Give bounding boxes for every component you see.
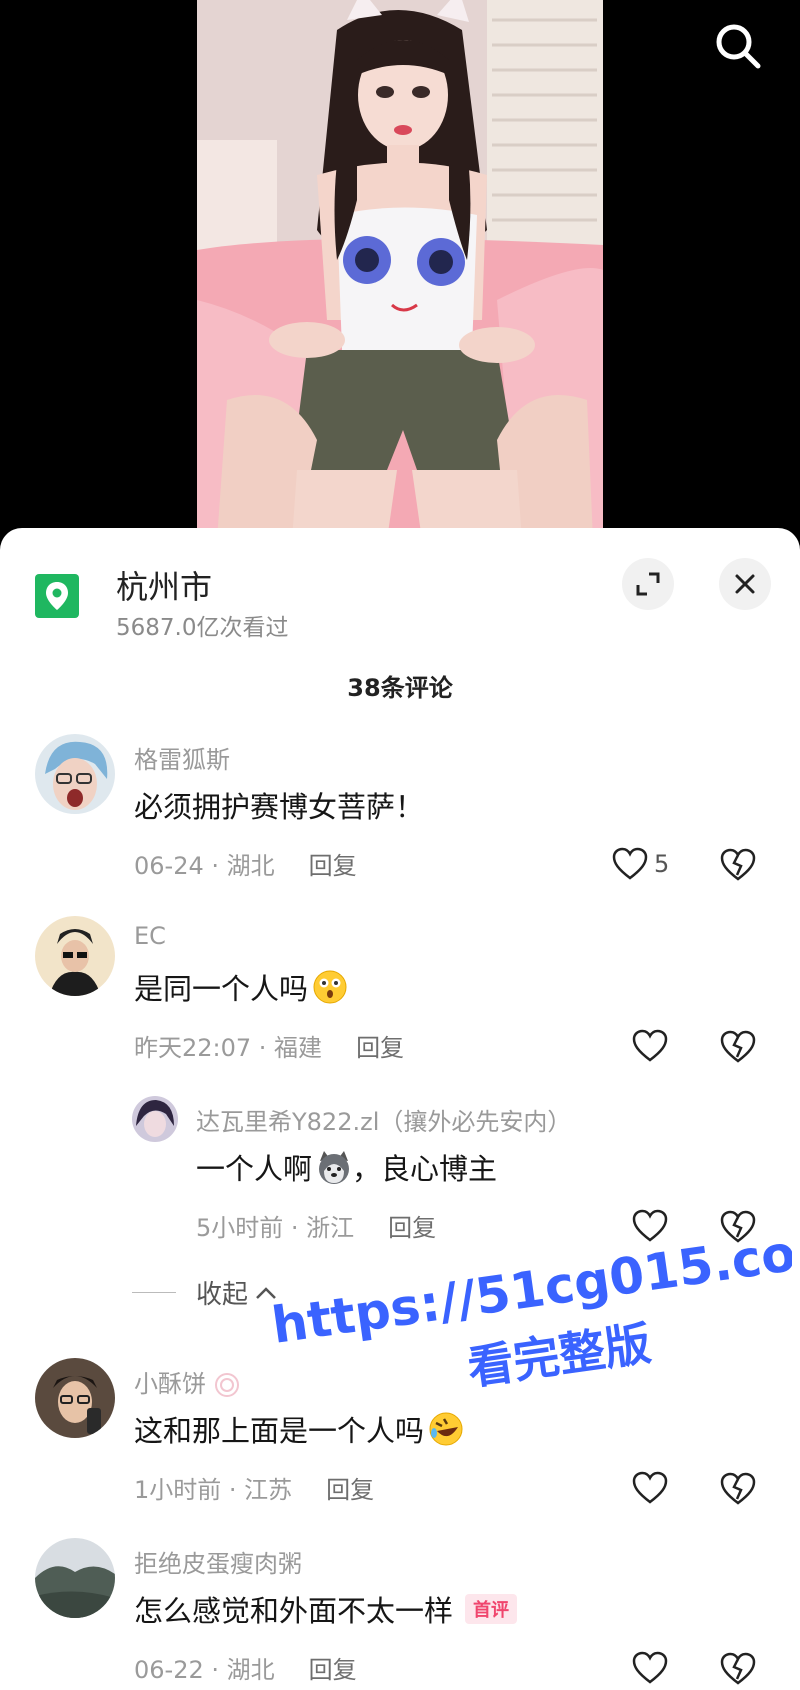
video-thumbnail-image xyxy=(197,0,603,540)
comment-meta: 06-22 · 湖北 回复 xyxy=(134,1650,357,1685)
heart-outline-icon xyxy=(632,1651,668,1684)
broken-heart-icon xyxy=(720,848,756,881)
comment-time-region: 5小时前 · 浙江 xyxy=(196,1214,355,1242)
comment-text: 一个人啊 ，良心博主 xyxy=(196,1146,497,1188)
video-player[interactable] xyxy=(0,0,800,540)
comment-item: 小酥饼 这和那上面是一个人吗 1小时前 · 江苏 回复 xyxy=(0,1358,800,1508)
comment-meta: 1小时前 · 江苏 回复 xyxy=(134,1470,374,1505)
dislike-button[interactable] xyxy=(718,844,758,884)
like-button[interactable] xyxy=(632,1468,668,1508)
close-icon xyxy=(735,574,755,594)
like-button[interactable] xyxy=(632,1026,668,1066)
comment-text: 怎么感觉和外面不太一样 首评 xyxy=(134,1588,518,1630)
like-button[interactable]: 5 xyxy=(612,844,669,884)
comment-text: 这和那上面是一个人吗 xyxy=(134,1408,464,1450)
dislike-button[interactable] xyxy=(718,1468,758,1508)
divider xyxy=(132,1292,176,1293)
reply-button[interactable]: 回复 xyxy=(388,1214,436,1242)
first-comment-badge: 首评 xyxy=(465,1594,518,1624)
comment-meta: 06-24 · 湖北 回复 xyxy=(134,846,357,881)
comment-text: 必须拥护赛博女菩萨！ xyxy=(134,790,425,824)
heart-outline-icon xyxy=(632,1209,668,1242)
location-view-count: 5687.0亿次看过 xyxy=(116,615,289,641)
like-button[interactable] xyxy=(632,1648,668,1688)
search-button[interactable] xyxy=(710,18,766,74)
husky-emoji-icon xyxy=(319,1151,350,1184)
location-pin-icon xyxy=(35,574,79,618)
broken-heart-icon xyxy=(720,1030,756,1063)
comment-username[interactable]: 拒绝皮蛋瘦肉粥 xyxy=(134,1544,302,1579)
reply-button[interactable]: 回复 xyxy=(326,1476,374,1504)
location-header[interactable]: 杭州市 5687.0亿次看过 xyxy=(0,528,800,641)
reply-button[interactable]: 回复 xyxy=(309,1656,357,1684)
dislike-button[interactable] xyxy=(718,1648,758,1688)
comment-username[interactable]: 达瓦里希Y822.zl（攘外必先安内） xyxy=(196,1102,571,1137)
comment-count: 38条评论 xyxy=(347,674,453,702)
comment-time-region: 1小时前 · 江苏 xyxy=(134,1476,293,1504)
astonished-emoji-icon xyxy=(313,970,347,1004)
broken-heart-icon xyxy=(720,1652,756,1685)
heart-outline-icon xyxy=(632,1471,668,1504)
comment-item: 拒绝皮蛋瘦肉粥 怎么感觉和外面不太一样 首评 06-22 · 湖北 回复 xyxy=(0,1538,800,1690)
comment-username[interactable]: 格雷狐斯 xyxy=(134,740,230,775)
reply-comment-item: 达瓦里希Y822.zl（攘外必先安内） 一个人啊 ，良心博主 5小时前 · 浙江… xyxy=(0,1096,800,1246)
comment-item: 格雷狐斯 必须拥护赛博女菩萨！ 06-24 · 湖北 回复 5 xyxy=(0,734,800,884)
avatar[interactable] xyxy=(132,1096,178,1142)
avatar[interactable] xyxy=(35,734,115,814)
comment-time-region: 06-24 · 湖北 xyxy=(134,852,275,880)
comment-username[interactable]: 小酥饼 xyxy=(134,1364,240,1399)
search-icon xyxy=(716,24,761,69)
close-button[interactable] xyxy=(719,558,771,610)
chevron-up-icon xyxy=(256,1286,276,1299)
avatar[interactable] xyxy=(35,916,115,996)
avatar[interactable] xyxy=(35,1358,115,1438)
comment-item: EC 是同一个人吗 昨天22:07 · 福建 回复 xyxy=(0,916,800,1066)
heart-outline-icon xyxy=(612,847,648,880)
collapse-label: 收起 xyxy=(196,1280,249,1310)
expand-icon xyxy=(636,572,660,596)
like-button[interactable] xyxy=(632,1206,668,1246)
spiral-badge-icon xyxy=(214,1373,239,1397)
location-name: 杭州市 xyxy=(116,568,213,606)
broken-heart-icon xyxy=(720,1210,756,1243)
comment-time-region: 06-22 · 湖北 xyxy=(134,1656,275,1684)
comment-meta: 昨天22:07 · 福建 回复 xyxy=(134,1028,404,1063)
reply-button[interactable]: 回复 xyxy=(356,1034,404,1062)
broken-heart-icon xyxy=(720,1472,756,1505)
like-count: 5 xyxy=(654,850,670,878)
comment-meta: 5小时前 · 浙江 回复 xyxy=(196,1208,436,1243)
rolling-laugh-emoji-icon xyxy=(429,1412,463,1446)
dislike-button[interactable] xyxy=(718,1026,758,1066)
comment-time-region: 昨天22:07 · 福建 xyxy=(134,1034,323,1062)
comment-username[interactable]: EC xyxy=(134,922,166,950)
expand-button[interactable] xyxy=(622,558,674,610)
comment-sheet: 杭州市 5687.0亿次看过 38条评论 格雷狐斯 必须拥护赛博女菩萨！ 06-… xyxy=(0,528,800,1690)
video-frame[interactable] xyxy=(197,0,603,540)
reply-button[interactable]: 回复 xyxy=(309,852,357,880)
collapse-replies-button[interactable]: 收起 xyxy=(132,1274,278,1311)
avatar[interactable] xyxy=(35,1538,115,1618)
heart-outline-icon xyxy=(632,1029,668,1062)
comment-text: 是同一个人吗 xyxy=(134,966,348,1008)
dislike-button[interactable] xyxy=(718,1206,758,1246)
